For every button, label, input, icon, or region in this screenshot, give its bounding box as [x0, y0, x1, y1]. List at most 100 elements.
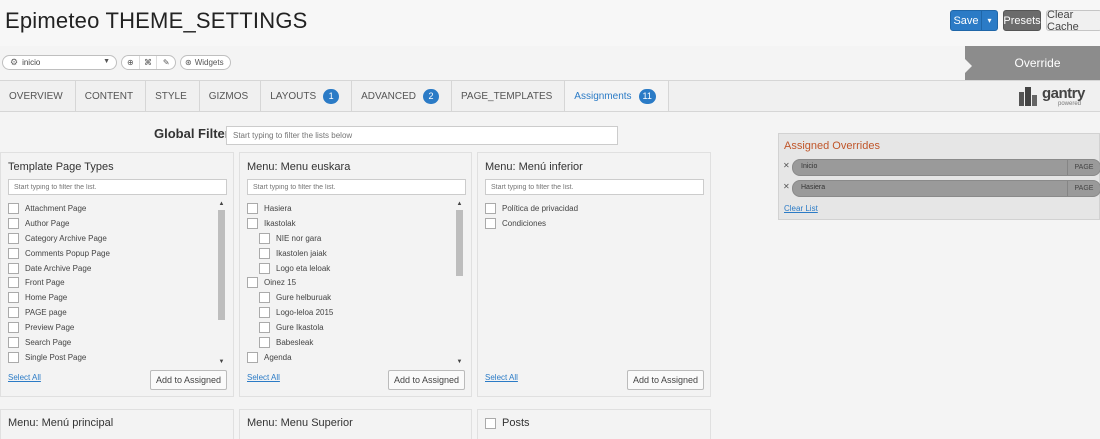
item-label: Gure helburuak [276, 293, 332, 303]
item-checkbox[interactable] [8, 262, 19, 274]
item-checkbox[interactable] [259, 232, 270, 244]
list-item[interactable]: Author Page [8, 216, 208, 231]
tab-overview[interactable]: OVERVIEW [0, 81, 76, 111]
item-label: Babesleak [276, 337, 314, 347]
item-checkbox[interactable] [247, 351, 258, 363]
list-item[interactable]: Agenda [247, 350, 447, 365]
add-to-assigned-button[interactable]: Add to Assigned [388, 370, 465, 390]
item-checkbox[interactable] [8, 232, 19, 244]
scrollbar[interactable]: ▲ ▼ [217, 201, 226, 365]
item-checkbox[interactable] [259, 307, 270, 319]
item-label: Ikastolen jaiak [276, 248, 327, 258]
list-item[interactable]: Category Archive Page [8, 231, 208, 246]
gear-icon: ⚙ [10, 57, 19, 67]
list-item[interactable]: Search Page [8, 335, 208, 350]
scroll-up-icon[interactable]: ▲ [217, 201, 226, 207]
list-item[interactable]: Preview Page [8, 320, 208, 335]
list-item[interactable]: Single Post Page [8, 350, 208, 365]
list-item[interactable]: Logo eta leloak [247, 261, 447, 276]
item-label: Política de privacidad [502, 203, 579, 213]
list-item[interactable]: Ikastolak [247, 216, 447, 231]
add-to-assigned-button[interactable]: Add to Assigned [627, 370, 704, 390]
clear-cache-button[interactable]: Clear Cache [1046, 9, 1100, 33]
list-item[interactable]: Gure Ikastola [247, 320, 447, 335]
override-toolbar: ⚙ inicio ▼ ⊕ ⌘ ✎ ⊛ Widgets [0, 46, 1100, 80]
list-item[interactable]: Política de privacidad [485, 201, 695, 216]
panel-filter-input[interactable] [485, 179, 704, 195]
scroll-down-icon[interactable]: ▼ [217, 359, 226, 365]
item-checkbox[interactable] [8, 322, 19, 334]
list-item[interactable]: Hasiera [247, 201, 447, 216]
circle-plus-icon[interactable]: ⊕ [122, 56, 140, 69]
item-checkbox[interactable] [247, 202, 258, 214]
list-item[interactable]: Date Archive Page [8, 261, 208, 276]
tab-content[interactable]: CONTENT [76, 81, 147, 111]
scroll-up-icon[interactable]: ▲ [455, 201, 464, 207]
list-item[interactable]: Home Page [8, 290, 208, 305]
list-item[interactable]: Gure helburuak [247, 290, 447, 305]
item-checkbox[interactable] [485, 217, 496, 229]
tab-label: OVERVIEW [9, 90, 63, 102]
panel-filter-input[interactable] [247, 179, 466, 195]
list-item[interactable]: Front Page [8, 275, 208, 290]
tab-page-templates[interactable]: PAGE_TEMPLATES [452, 81, 566, 111]
list-item[interactable]: Condiciones [485, 216, 695, 231]
presets-button[interactable]: Presets [1003, 10, 1041, 31]
remove-icon[interactable]: ✕ [783, 161, 790, 170]
item-checkbox[interactable] [8, 307, 19, 319]
item-checkbox[interactable] [259, 292, 270, 304]
tab-assignments[interactable]: Assignments 11 [565, 81, 669, 111]
global-filter-input[interactable] [226, 126, 618, 145]
override-toggle[interactable]: Override [965, 46, 1100, 80]
widgets-button[interactable]: ⊛ Widgets [180, 55, 231, 70]
list-item[interactable]: Logo-leloa 2015 [247, 305, 447, 320]
list-item[interactable]: Comments Popup Page [8, 246, 208, 261]
list-item[interactable]: NIE nor gara [247, 231, 447, 246]
item-checkbox[interactable] [8, 292, 19, 304]
tab-layouts[interactable]: LAYOUTS 1 [261, 81, 353, 111]
list-item[interactable]: Attachment Page [8, 201, 208, 216]
panel-filter-input[interactable] [8, 179, 227, 195]
clear-list-link[interactable]: Clear List [784, 204, 818, 213]
item-checkbox[interactable] [259, 336, 270, 348]
item-checkbox[interactable] [247, 217, 258, 229]
scrollbar-thumb[interactable] [456, 210, 463, 276]
item-checkbox[interactable] [8, 217, 19, 229]
item-checkbox[interactable] [8, 351, 19, 363]
override-select[interactable]: ⚙ inicio ▼ [2, 55, 117, 70]
posts-checkbox[interactable] [485, 418, 496, 429]
item-checkbox[interactable] [259, 247, 270, 259]
copy-icon[interactable]: ⌘ [140, 56, 158, 69]
tab-bar: OVERVIEW CONTENT STYLE GIZMOS LAYOUTS 1 ADVANC… [0, 80, 1100, 112]
scrollbar[interactable]: ▲ ▼ [455, 201, 464, 365]
add-to-assigned-button[interactable]: Add to Assigned [150, 370, 227, 390]
save-button[interactable]: Save [950, 10, 982, 31]
item-checkbox[interactable] [485, 202, 496, 214]
list-item[interactable]: PAGE page [8, 305, 208, 320]
override-label: Override [1014, 56, 1061, 70]
scroll-down-icon[interactable]: ▼ [455, 359, 464, 365]
remove-icon[interactable]: ✕ [783, 182, 790, 191]
list-item[interactable]: Ikastolen jaiak [247, 246, 447, 261]
item-checkbox[interactable] [8, 277, 19, 289]
list-item[interactable]: Babesleak [247, 335, 447, 350]
scrollbar-thumb[interactable] [218, 210, 225, 320]
item-checkbox[interactable] [8, 336, 19, 348]
select-all-link[interactable]: Select All [485, 373, 518, 382]
item-checkbox[interactable] [8, 202, 19, 214]
tab-gizmos[interactable]: GIZMOS [200, 81, 262, 111]
save-dropdown-button[interactable]: ▾ [981, 10, 998, 31]
tab-label: ADVANCED [361, 90, 416, 102]
tab-advanced[interactable]: ADVANCED 2 [352, 81, 452, 111]
select-all-link[interactable]: Select All [247, 373, 280, 382]
tab-style[interactable]: STYLE [146, 81, 200, 111]
panel-title: Template Page Types [8, 161, 114, 173]
item-checkbox[interactable] [259, 262, 270, 274]
list-item[interactable]: Oinez 15 [247, 275, 447, 290]
item-checkbox[interactable] [259, 322, 270, 334]
item-checkbox[interactable] [8, 247, 19, 259]
item-checkbox[interactable] [247, 277, 258, 289]
select-all-link[interactable]: Select All [8, 373, 41, 382]
pencil-icon[interactable]: ✎ [157, 56, 175, 69]
panel-menu-principal: Menu: Menú principal [0, 409, 234, 439]
